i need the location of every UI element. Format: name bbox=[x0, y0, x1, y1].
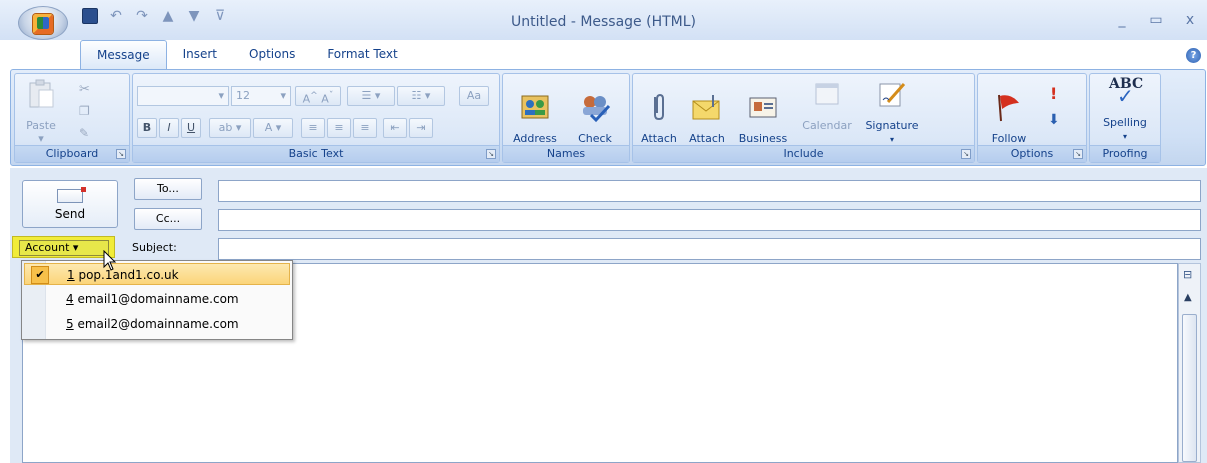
grow-shrink-font-button[interactable]: A^ Aˇ bbox=[295, 86, 341, 106]
underline-button[interactable]: U bbox=[181, 118, 201, 138]
minimize-button[interactable]: _ bbox=[1115, 12, 1129, 28]
account-button[interactable]: Account ▾ bbox=[19, 240, 109, 256]
names-group: Address Book Check Names Names bbox=[502, 73, 630, 163]
cc-field[interactable] bbox=[218, 209, 1201, 231]
spelling-abc-icon: ABC ✓ bbox=[1109, 76, 1144, 108]
to-field[interactable] bbox=[218, 180, 1201, 202]
basic-text-launcher-icon[interactable]: ↘ bbox=[486, 149, 496, 159]
font-size-combo[interactable]: 12 ▾ bbox=[231, 86, 291, 106]
proofing-group: ABC ✓ Spelling ▾ Proofing bbox=[1089, 73, 1161, 163]
account-highlight: Account ▾ bbox=[12, 236, 115, 258]
calendar-icon bbox=[815, 83, 839, 105]
italic-button[interactable]: I bbox=[159, 118, 179, 138]
highlight-button[interactable]: ab ▾ bbox=[209, 118, 251, 138]
scroll-up-icon[interactable]: ▲ bbox=[1184, 292, 1192, 303]
address-book-icon bbox=[521, 95, 549, 119]
low-importance-icon[interactable]: ⬇ bbox=[1048, 112, 1060, 128]
to-button[interactable]: To... bbox=[134, 178, 202, 200]
account-menu-item-1[interactable]: ✔ 1 pop.1and1.co.uk bbox=[24, 263, 290, 285]
ribbon-tabs: Message Insert Options Format Text bbox=[80, 40, 414, 70]
cc-button[interactable]: Cc... bbox=[134, 208, 202, 230]
font-name-combo[interactable]: ▾ bbox=[137, 86, 229, 106]
checkmark-icon: ✔ bbox=[31, 266, 49, 284]
align-left-icon[interactable]: ≡ bbox=[301, 118, 325, 138]
subject-field[interactable] bbox=[218, 238, 1201, 260]
ruler-toggle-icon[interactable]: ⊟ bbox=[1183, 268, 1192, 281]
mouse-cursor-icon bbox=[103, 250, 117, 271]
tab-options[interactable]: Options bbox=[233, 40, 311, 68]
bold-button[interactable]: B bbox=[137, 118, 157, 138]
increase-indent-icon[interactable]: ⇥ bbox=[409, 118, 433, 138]
window-title: Untitled - Message (HTML) bbox=[510, 14, 697, 30]
business-card-icon bbox=[749, 97, 777, 118]
account-menu-item-4[interactable]: 4 email1@domainname.com bbox=[24, 288, 290, 310]
clipboard-launcher-icon[interactable]: ↘ bbox=[116, 149, 126, 159]
vertical-scrollbar[interactable]: ⊟ ▲ bbox=[1178, 263, 1201, 463]
signature-icon bbox=[879, 83, 906, 107]
bullets-button[interactable]: ☰ ▾ bbox=[347, 86, 395, 106]
options-group: Follow Up ▾ ! ⬇ Options ↘ bbox=[977, 73, 1087, 163]
tab-message[interactable]: Message bbox=[80, 40, 167, 70]
include-label: Include bbox=[633, 145, 974, 162]
send-button[interactable]: Send bbox=[22, 180, 118, 228]
include-launcher-icon[interactable]: ↘ bbox=[961, 149, 971, 159]
title-bar: ↶ ↷ ▲ ▼ ⊽ Untitled - Message (HTML) _ ▭ … bbox=[0, 0, 1207, 40]
basic-text-group: ▾ 12 ▾ A^ Aˇ ☰ ▾ ☷ ▾ Aa B I U ab ▾ A ▾ ≡… bbox=[132, 73, 500, 163]
options-label: Options bbox=[978, 145, 1086, 162]
help-icon[interactable]: ? bbox=[1186, 48, 1201, 63]
names-label: Names bbox=[503, 145, 629, 162]
account-menu: ✔ 1 pop.1and1.co.uk 4 email1@domainname.… bbox=[21, 260, 293, 340]
calendar-button[interactable]: Calendar bbox=[797, 78, 857, 132]
check-names-icon bbox=[583, 96, 611, 123]
paste-button[interactable]: Paste ▾ bbox=[21, 78, 61, 145]
ribbon: Paste ▾ ✂ ❐ ✎ Clipboard ↘ ▾ 12 ▾ A^ Aˇ ☰ … bbox=[10, 69, 1206, 166]
maximize-button[interactable]: ▭ bbox=[1149, 12, 1163, 28]
copy-icon[interactable]: ❐ bbox=[79, 104, 90, 118]
proofing-label: Proofing bbox=[1090, 145, 1160, 162]
options-launcher-icon[interactable]: ↘ bbox=[1073, 149, 1083, 159]
spelling-button[interactable]: ABC ✓ Spelling ▾ bbox=[1094, 76, 1156, 143]
format-painter-icon[interactable]: ✎ bbox=[79, 126, 89, 140]
paste-icon bbox=[29, 79, 54, 108]
include-group: Attach File Attach Item Business Card ▾ bbox=[632, 73, 975, 163]
basic-text-label: Basic Text bbox=[133, 145, 499, 162]
styles-button[interactable]: Aa bbox=[459, 86, 489, 106]
tab-insert[interactable]: Insert bbox=[167, 40, 233, 68]
align-right-icon[interactable]: ≡ bbox=[353, 118, 377, 138]
send-envelope-icon bbox=[57, 187, 86, 203]
paperclip-icon bbox=[654, 93, 664, 121]
clipboard-group: Paste ▾ ✂ ❐ ✎ Clipboard ↘ bbox=[14, 73, 130, 163]
decrease-indent-icon[interactable]: ⇤ bbox=[383, 118, 407, 138]
close-button[interactable]: x bbox=[1183, 12, 1197, 28]
scrollbar-thumb[interactable] bbox=[1182, 314, 1197, 462]
font-color-button[interactable]: A ▾ bbox=[253, 118, 293, 138]
align-center-icon[interactable]: ≡ bbox=[327, 118, 351, 138]
subject-label: Subject: bbox=[132, 241, 177, 254]
high-importance-icon[interactable]: ! bbox=[1050, 84, 1057, 103]
signature-button[interactable]: Signature ▾ bbox=[859, 78, 925, 146]
cut-icon[interactable]: ✂ bbox=[79, 82, 90, 97]
numbering-button[interactable]: ☷ ▾ bbox=[397, 86, 445, 106]
clipboard-label: Clipboard bbox=[15, 145, 129, 162]
flag-icon bbox=[998, 94, 1019, 122]
envelope-attach-icon bbox=[692, 95, 720, 120]
tab-format-text[interactable]: Format Text bbox=[311, 40, 413, 68]
account-menu-item-5[interactable]: 5 email2@domainname.com bbox=[24, 313, 290, 335]
